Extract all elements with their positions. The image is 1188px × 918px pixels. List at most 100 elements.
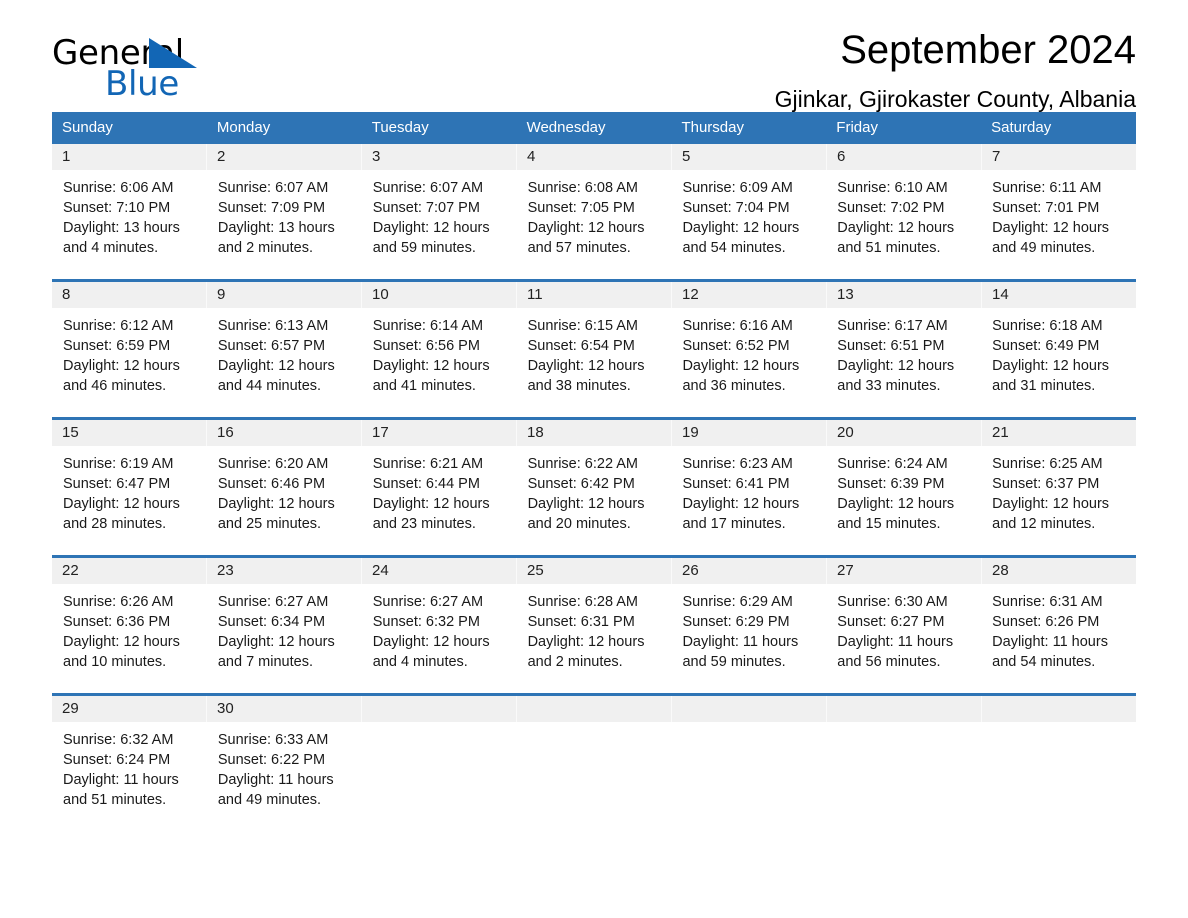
day-cell-2[interactable]: Sunrise: 6:07 AM Sunset: 7:09 PM Daylight:… <box>206 170 362 279</box>
daylight-text: Daylight: 12 hours <box>527 496 645 512</box>
day-cell-25[interactable]: Sunrise: 6:28 AM Sunset: 6:31 PM Daylight:… <box>516 584 672 693</box>
day-cell-24[interactable]: Sunrise: 6:27 AM Sunset: 6:32 PM Daylight:… <box>361 584 517 693</box>
day-cell-15[interactable]: Sunrise: 6:19 AM Sunset: 6:47 PM Daylight:… <box>52 446 207 555</box>
day-number-28[interactable]: 28 <box>981 558 1136 584</box>
daylight-text: Daylight: 12 hours <box>992 220 1110 236</box>
day-cell-empty <box>516 722 672 831</box>
day-cell-8[interactable]: Sunrise: 6:12 AM Sunset: 6:59 PM Daylight:… <box>52 308 207 417</box>
generalblue-logo[interactable]: General Blue <box>52 34 252 104</box>
day-number-13[interactable]: 13 <box>826 282 981 308</box>
day-cell-6[interactable]: Sunrise: 6:10 AM Sunset: 7:02 PM Daylight:… <box>826 170 981 279</box>
day-number-23[interactable]: 23 <box>206 558 361 584</box>
day-number-19[interactable]: 19 <box>671 420 826 446</box>
sunrise-text: Sunrise: 6:16 AM <box>682 318 793 334</box>
daylight-text: Daylight: 12 hours <box>372 496 490 512</box>
day-number-4[interactable]: 4 <box>516 144 671 170</box>
day-cell-9[interactable]: Sunrise: 6:13 AM Sunset: 6:57 PM Daylight:… <box>206 308 362 417</box>
daylight-text: Daylight: 12 hours <box>992 496 1110 512</box>
daylight-text-cont: and 20 minutes. <box>527 516 631 532</box>
day-cell-26[interactable]: Sunrise: 6:29 AM Sunset: 6:29 PM Daylight:… <box>671 584 826 693</box>
day-cell-27[interactable]: Sunrise: 6:30 AM Sunset: 6:27 PM Daylight:… <box>826 584 981 693</box>
day-number-16[interactable]: 16 <box>206 420 361 446</box>
day-number-5[interactable]: 5 <box>671 144 826 170</box>
day-cell-1[interactable]: Sunrise: 6:06 AM Sunset: 7:10 PM Daylight:… <box>52 170 207 279</box>
sunrise-text: Sunrise: 6:24 AM <box>837 456 948 472</box>
day-number-1[interactable]: 1 <box>52 144 206 170</box>
day-cell-empty <box>981 722 1136 831</box>
day-number-12[interactable]: 12 <box>671 282 826 308</box>
day-number-18[interactable]: 18 <box>516 420 671 446</box>
sunset-text: Sunset: 6:57 PM <box>217 338 326 354</box>
day-cell-13[interactable]: Sunrise: 6:17 AM Sunset: 6:51 PM Daylight:… <box>826 308 981 417</box>
day-number-6[interactable]: 6 <box>826 144 981 170</box>
day-number-14[interactable]: 14 <box>981 282 1136 308</box>
day-cell-28[interactable]: Sunrise: 6:31 AM Sunset: 6:26 PM Daylight:… <box>981 584 1136 693</box>
day-number-29[interactable]: 29 <box>52 696 206 722</box>
sunset-text: Sunset: 7:10 PM <box>63 200 171 216</box>
sunset-text: Sunset: 6:47 PM <box>63 476 171 492</box>
calendar-week-row: 15 16 17 18 19 20 21 Sunrise: 6:19 AM Sunset: 6:… <box>52 417 1136 555</box>
week-detail-band: Sunrise: 6:06 AM Sunset: 7:10 PM Daylight:… <box>52 170 1136 279</box>
day-number-2[interactable]: 2 <box>206 144 361 170</box>
daylight-text-cont: and 54 minutes. <box>682 240 786 256</box>
day-number-20[interactable]: 20 <box>826 420 981 446</box>
day-cell-4[interactable]: Sunrise: 6:08 AM Sunset: 7:05 PM Daylight:… <box>516 170 672 279</box>
sunset-text: Sunset: 6:56 PM <box>372 338 480 354</box>
daylight-text-cont: and 25 minutes. <box>217 516 322 532</box>
daylight-text: Daylight: 12 hours <box>837 496 955 512</box>
day-cell-21[interactable]: Sunrise: 6:25 AM Sunset: 6:37 PM Daylight:… <box>981 446 1136 555</box>
day-cell-29[interactable]: Sunrise: 6:32 AM Sunset: 6:24 PM Daylight:… <box>52 722 207 831</box>
day-cell-12[interactable]: Sunrise: 6:16 AM Sunset: 6:52 PM Daylight:… <box>671 308 826 417</box>
daylight-text-cont: and 38 minutes. <box>527 378 631 394</box>
daylight-text: Daylight: 12 hours <box>63 496 180 512</box>
day-number-15[interactable]: 15 <box>52 420 206 446</box>
day-number-30[interactable]: 30 <box>206 696 361 722</box>
day-number-26[interactable]: 26 <box>671 558 826 584</box>
day-cell-19[interactable]: Sunrise: 6:23 AM Sunset: 6:41 PM Daylight:… <box>671 446 826 555</box>
sunset-text: Sunset: 6:31 PM <box>527 614 635 630</box>
day-number-22[interactable]: 22 <box>52 558 206 584</box>
week-date-band: 22 23 24 25 26 27 28 <box>52 558 1136 584</box>
daylight-text: Daylight: 12 hours <box>682 496 800 512</box>
day-number-27[interactable]: 27 <box>826 558 981 584</box>
day-cell-17[interactable]: Sunrise: 6:21 AM Sunset: 6:44 PM Daylight:… <box>361 446 517 555</box>
day-cell-empty <box>361 722 517 831</box>
day-cell-16[interactable]: Sunrise: 6:20 AM Sunset: 6:46 PM Daylight:… <box>206 446 362 555</box>
day-cell-18[interactable]: Sunrise: 6:22 AM Sunset: 6:42 PM Daylight:… <box>516 446 672 555</box>
day-number-17[interactable]: 17 <box>361 420 516 446</box>
day-cell-30[interactable]: Sunrise: 6:33 AM Sunset: 6:22 PM Daylight:… <box>206 722 362 831</box>
daylight-text-cont: and 4 minutes. <box>372 654 468 670</box>
day-number-25[interactable]: 25 <box>516 558 671 584</box>
sunset-text: Sunset: 6:39 PM <box>837 476 945 492</box>
day-number-7[interactable]: 7 <box>981 144 1136 170</box>
daylight-text-cont: and 10 minutes. <box>63 654 167 670</box>
daylight-text-cont: and 23 minutes. <box>372 516 476 532</box>
sunrise-text: Sunrise: 6:33 AM <box>217 732 329 748</box>
sunset-text: Sunset: 7:04 PM <box>682 200 790 216</box>
day-number-11[interactable]: 11 <box>516 282 671 308</box>
day-number-3[interactable]: 3 <box>361 144 516 170</box>
week-detail-band: Sunrise: 6:12 AM Sunset: 6:59 PM Daylight:… <box>52 308 1136 417</box>
day-number-10[interactable]: 10 <box>361 282 516 308</box>
day-cell-22[interactable]: Sunrise: 6:26 AM Sunset: 6:36 PM Daylight:… <box>52 584 207 693</box>
day-number-21[interactable]: 21 <box>981 420 1136 446</box>
day-cell-11[interactable]: Sunrise: 6:15 AM Sunset: 6:54 PM Daylight:… <box>516 308 672 417</box>
daylight-text: Daylight: 12 hours <box>527 358 645 374</box>
day-number-9[interactable]: 9 <box>206 282 361 308</box>
daylight-text: Daylight: 12 hours <box>63 358 180 374</box>
day-cell-20[interactable]: Sunrise: 6:24 AM Sunset: 6:39 PM Daylight:… <box>826 446 981 555</box>
day-cell-3[interactable]: Sunrise: 6:07 AM Sunset: 7:07 PM Daylight:… <box>361 170 517 279</box>
day-number-24[interactable]: 24 <box>361 558 516 584</box>
day-number-8[interactable]: 8 <box>52 282 206 308</box>
weekday-header-sunday: Sunday <box>62 119 113 136</box>
day-number-empty <box>826 696 981 722</box>
weekday-header-thursday: Thursday <box>681 119 744 136</box>
sunset-text: Sunset: 6:26 PM <box>992 614 1100 630</box>
day-cell-10[interactable]: Sunrise: 6:14 AM Sunset: 6:56 PM Daylight:… <box>361 308 517 417</box>
day-cell-7[interactable]: Sunrise: 6:11 AM Sunset: 7:01 PM Daylight:… <box>981 170 1136 279</box>
day-cell-23[interactable]: Sunrise: 6:27 AM Sunset: 6:34 PM Daylight:… <box>206 584 362 693</box>
day-cell-5[interactable]: Sunrise: 6:09 AM Sunset: 7:04 PM Daylight:… <box>671 170 826 279</box>
daylight-text: Daylight: 13 hours <box>63 220 180 236</box>
sunrise-text: Sunrise: 6:10 AM <box>837 180 948 196</box>
day-cell-14[interactable]: Sunrise: 6:18 AM Sunset: 6:49 PM Daylight:… <box>981 308 1136 417</box>
